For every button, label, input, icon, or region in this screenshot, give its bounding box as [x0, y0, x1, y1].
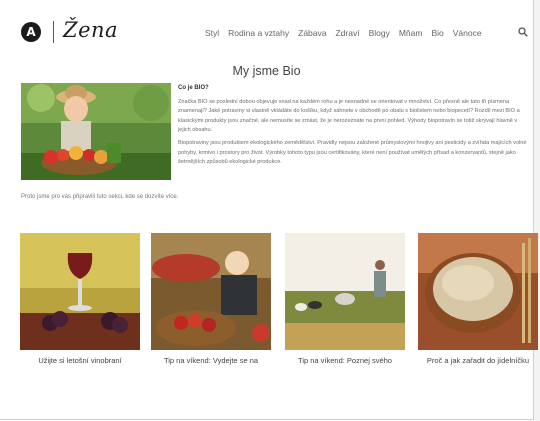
article-card[interactable]: Proč a jak zařadit do jídelníčku — [418, 233, 538, 365]
nav-item-rodina[interactable]: Rodina a vztahy — [228, 28, 289, 38]
search-icon[interactable] — [518, 27, 528, 37]
nav-item-blogy[interactable]: Blogy — [369, 28, 390, 38]
hero-image-child-with-vegetables — [21, 83, 171, 180]
card-title[interactable]: Tip na víkend: Poznej svého — [285, 356, 405, 365]
nav-item-zdravi[interactable]: Zdraví — [335, 28, 359, 38]
nav-item-vanoce[interactable]: Vánoce — [453, 28, 482, 38]
nav-item-zabava[interactable]: Zábava — [298, 28, 326, 38]
intro-text: Co je BIO? Značka BIO se poslední dobou … — [178, 84, 528, 171]
nav-item-mnam[interactable]: Mňam — [399, 28, 423, 38]
article-card[interactable]: Tip na víkend: Poznej svého — [285, 233, 405, 365]
intro-question: Co je BIO? — [178, 85, 209, 91]
card-image-wine — [20, 233, 140, 350]
intro-paragraph-1: Značka BIO se poslední dobou objevuje sn… — [178, 98, 520, 134]
nav-item-styl[interactable]: Styl — [205, 28, 219, 38]
card-title[interactable]: Užijte si letošní vinobraní — [20, 356, 140, 365]
section-lead: Proto jsme pro vás připravili tuto sekci… — [21, 194, 179, 200]
article-card[interactable]: Tip na víkend: Vydejte se na — [151, 233, 271, 365]
logo-badge[interactable]: A — [21, 22, 41, 42]
logo-divider — [53, 21, 54, 43]
card-image-apple-picking — [151, 233, 271, 350]
article-card[interactable]: Užijte si letošní vinobraní — [20, 233, 140, 365]
site-logo-text[interactable]: Žena — [63, 18, 118, 42]
card-title[interactable]: Proč a jak zařadit do jídelníčku — [418, 356, 538, 365]
intro-paragraph-2: Biopotraviny jsou produktem ekologického… — [178, 139, 527, 166]
page-title: My jsme Bio — [232, 64, 301, 78]
card-image-oats — [418, 233, 538, 350]
main-nav: Styl Rodina a vztahy Zábava Zdraví Blogy… — [205, 28, 482, 38]
nav-item-bio[interactable]: Bio — [431, 28, 443, 38]
card-image-farmer-with-goats — [285, 233, 405, 350]
site-header: A Žena Styl Rodina a vztahy Zábava Zdrav… — [0, 0, 533, 62]
card-title[interactable]: Tip na víkend: Vydejte se na — [151, 356, 271, 365]
